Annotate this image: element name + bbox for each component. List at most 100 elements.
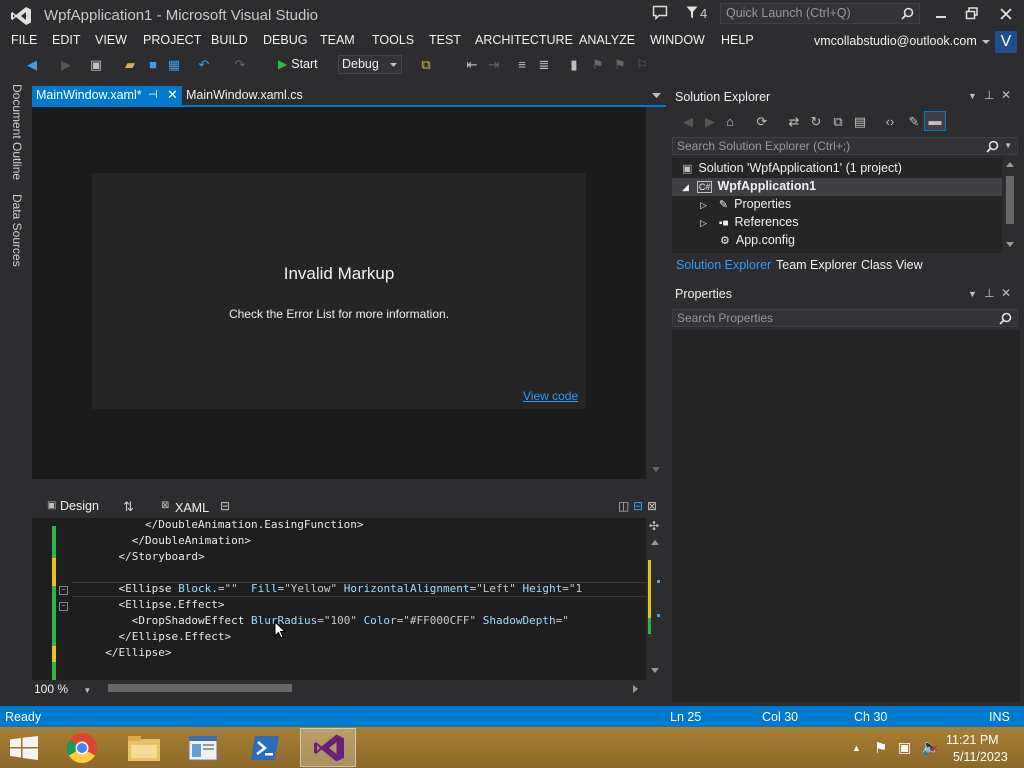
close-button[interactable] bbox=[998, 6, 1014, 22]
properties-search-input[interactable]: Search Properties bbox=[672, 309, 1018, 327]
panel-menu-icon[interactable]: ▼ bbox=[968, 289, 977, 299]
tab-mainwindow-xaml[interactable]: MainWindow.xaml* ⊣ ✕ bbox=[32, 86, 182, 105]
vertical-split-icon[interactable]: ◫ bbox=[618, 499, 629, 513]
scroll-down-icon[interactable] bbox=[652, 467, 660, 473]
restore-button[interactable] bbox=[964, 6, 980, 22]
minimize-button[interactable] bbox=[933, 6, 949, 22]
feedback-icon[interactable] bbox=[652, 5, 668, 20]
tree-item-project[interactable]: ◢ C# WpfApplication1 bbox=[682, 179, 816, 193]
tab-document-outline[interactable]: Document Outline bbox=[10, 84, 24, 180]
save-icon[interactable]: ■ bbox=[145, 57, 161, 73]
menu-file[interactable]: FILE bbox=[11, 33, 37, 47]
chevron-down-icon[interactable] bbox=[982, 39, 990, 45]
clock-time[interactable]: 11:21 PM bbox=[946, 733, 999, 747]
bookmark-icon[interactable]: ▮ bbox=[566, 57, 582, 73]
tab-class-view[interactable]: Class View bbox=[861, 258, 923, 272]
collapse-all-icon[interactable]: ⧉ bbox=[830, 114, 846, 130]
menu-view[interactable]: VIEW bbox=[95, 33, 127, 47]
horizontal-scrollbar-thumb[interactable] bbox=[108, 684, 292, 692]
collapsed-arrow-icon[interactable]: ▷ bbox=[700, 218, 707, 228]
designer-vertical-scrollbar[interactable] bbox=[648, 107, 664, 479]
menu-test[interactable]: TEST bbox=[429, 33, 461, 47]
clear-bookmarks-icon[interactable]: ⚐ bbox=[634, 57, 650, 73]
back-icon[interactable]: ◀ bbox=[24, 57, 40, 73]
design-tab[interactable]: Design bbox=[60, 499, 99, 513]
preview-selected-icon[interactable]: ▬ bbox=[924, 111, 946, 131]
editor-vertical-scrollbar[interactable]: ✣ bbox=[646, 518, 664, 680]
taskbar-visual-studio[interactable] bbox=[300, 728, 356, 767]
taskbar-powershell[interactable] bbox=[238, 728, 294, 767]
panel-menu-icon[interactable]: ▼ bbox=[968, 91, 977, 101]
menu-window[interactable]: WINDOW bbox=[650, 33, 705, 47]
collapse-toggle-icon[interactable]: − bbox=[59, 602, 68, 611]
start-debugging-button[interactable]: ▶ Start bbox=[278, 57, 318, 71]
pending-changes-icon[interactable]: ⇄ bbox=[786, 114, 802, 130]
menu-tools[interactable]: TOOLS bbox=[372, 33, 414, 47]
collapse-pane-icon[interactable]: ⊠ bbox=[647, 499, 657, 513]
tab-data-sources[interactable]: Data Sources bbox=[10, 194, 24, 267]
clock-date[interactable]: 5/11/2023 bbox=[953, 750, 1008, 764]
save-all-icon[interactable]: ▦ bbox=[166, 57, 182, 73]
tab-team-explorer[interactable]: Team Explorer bbox=[776, 258, 857, 272]
scroll-right-icon[interactable] bbox=[633, 685, 639, 693]
scroll-down-icon[interactable] bbox=[1006, 242, 1014, 248]
menu-help[interactable]: HELP bbox=[721, 33, 754, 47]
tree-item-references[interactable]: ▷ ▪■ References bbox=[700, 215, 798, 229]
back-icon[interactable]: ◀ bbox=[680, 114, 696, 130]
pop-out-xaml-icon[interactable]: ⊟ bbox=[220, 499, 230, 513]
indent-icon[interactable]: ⇤ bbox=[464, 57, 480, 73]
pin-icon[interactable]: ⊥ bbox=[984, 88, 994, 102]
account-email[interactable]: vmcollabstudio@outlook.com bbox=[814, 34, 977, 48]
menu-build[interactable]: BUILD bbox=[211, 33, 248, 47]
uncomment-icon[interactable]: ≣ bbox=[536, 57, 552, 73]
scroll-down-icon[interactable] bbox=[651, 668, 659, 674]
menu-debug[interactable]: DEBUG bbox=[263, 33, 307, 47]
properties-wrench-icon[interactable]: ✎ bbox=[906, 114, 922, 130]
quick-launch-input[interactable]: Quick Launch (Ctrl+Q) bbox=[720, 3, 920, 24]
solution-configuration-select[interactable]: Debug bbox=[338, 55, 402, 74]
collapsed-arrow-icon[interactable]: ▷ bbox=[700, 200, 707, 210]
scroll-up-icon[interactable] bbox=[1006, 162, 1014, 168]
tree-item-properties[interactable]: ▷ ✎ Properties bbox=[700, 197, 791, 211]
close-panel-icon[interactable]: ✕ bbox=[1001, 286, 1011, 300]
prev-bookmark-icon[interactable]: ⚑ bbox=[590, 57, 606, 73]
network-icon[interactable]: ▣ bbox=[898, 739, 911, 756]
solution-tree-scroll-thumb[interactable] bbox=[1006, 176, 1014, 224]
zoom-level-select[interactable]: 100 % ▼ bbox=[34, 682, 91, 696]
forward-icon[interactable]: ▶ bbox=[58, 57, 74, 73]
avatar[interactable]: V bbox=[995, 31, 1017, 53]
undo-icon[interactable]: ↶ bbox=[196, 57, 212, 73]
view-code-link[interactable]: View code bbox=[523, 389, 578, 403]
expanded-arrow-icon[interactable]: ◢ bbox=[682, 182, 689, 192]
close-panel-icon[interactable]: ✕ bbox=[1001, 88, 1011, 102]
tab-dropdown-icon[interactable] bbox=[652, 93, 661, 99]
show-hidden-icons[interactable]: ▲ bbox=[852, 743, 861, 753]
pin-icon[interactable]: ⊣ bbox=[148, 88, 158, 101]
refresh-icon[interactable]: ↻ bbox=[808, 114, 824, 130]
action-center-flag-icon[interactable]: ⚑ bbox=[874, 739, 887, 757]
comment-icon[interactable]: ≡ bbox=[514, 57, 530, 73]
menu-project[interactable]: PROJECT bbox=[143, 33, 201, 47]
windows-start-icon[interactable] bbox=[10, 736, 38, 760]
home-icon[interactable]: ⌂ bbox=[722, 114, 738, 130]
menu-team[interactable]: TEAM bbox=[320, 33, 355, 47]
taskbar-chrome[interactable] bbox=[54, 728, 110, 767]
new-project-icon[interactable]: ▣ bbox=[88, 57, 104, 73]
horizontal-split-icon[interactable]: ⊟ bbox=[633, 499, 643, 513]
split-editor-icon[interactable]: ✣ bbox=[649, 519, 659, 533]
xaml-code-editor[interactable]: − − </DoubleAnimation.EasingFunction> </… bbox=[32, 518, 646, 680]
collapse-toggle-icon[interactable]: − bbox=[59, 586, 68, 595]
solution-explorer-search-input[interactable]: Search Solution Explorer (Ctrl+;) ▼ bbox=[672, 137, 1018, 155]
sync-icon[interactable]: ⟳ bbox=[754, 114, 770, 130]
redo-icon[interactable]: ↷ bbox=[232, 57, 248, 73]
swap-panes-icon[interactable]: ⇅ bbox=[123, 499, 134, 515]
view-code-icon[interactable]: ‹› bbox=[882, 114, 898, 130]
tab-solution-explorer[interactable]: Solution Explorer bbox=[676, 258, 771, 272]
notification-flag-icon[interactable] bbox=[686, 6, 698, 19]
open-file-icon[interactable]: ▰ bbox=[122, 57, 138, 73]
pin-icon[interactable]: ⊥ bbox=[984, 286, 994, 300]
taskbar-file-explorer[interactable] bbox=[116, 728, 172, 767]
find-in-files-icon[interactable]: ⧉ bbox=[418, 57, 434, 73]
tree-item-app-config[interactable]: ⚙ App.config bbox=[720, 233, 795, 247]
tab-mainwindow-xaml-cs[interactable]: MainWindow.xaml.cs bbox=[186, 88, 303, 102]
